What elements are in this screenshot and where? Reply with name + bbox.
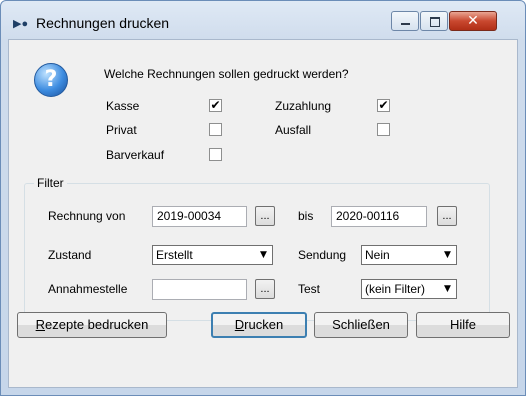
app-icon: ▶●	[13, 18, 29, 30]
rechnung-von-label: Rechnung von	[48, 209, 126, 223]
drucken-mnemonic: D	[234, 317, 245, 332]
drucken-label-rest: rucken	[244, 317, 284, 332]
sendung-value: Nein	[365, 248, 390, 262]
annahmestelle-label: Annahmestelle	[48, 282, 128, 296]
zuzahlung-label: Zuzahlung	[275, 99, 332, 113]
test-value: (kein Filter)	[365, 282, 426, 296]
test-label: Test	[298, 282, 321, 296]
barverkauf-label: Barverkauf	[106, 148, 165, 162]
schliessen-button[interactable]: Schließen	[314, 312, 408, 338]
kasse-label: Kasse	[106, 99, 140, 113]
rechnung-von-browse-button[interactable]: ...	[255, 206, 275, 226]
filter-group-label: Filter	[34, 176, 67, 190]
privat-checkbox[interactable]	[209, 123, 222, 136]
hilfe-button[interactable]: Hilfe	[416, 312, 510, 338]
ausfall-checkbox[interactable]	[377, 123, 390, 136]
zustand-value: Erstellt	[156, 248, 193, 262]
zustand-select[interactable]: Erstellt ▼	[152, 245, 273, 265]
rezepte-mnemonic: R	[35, 317, 46, 332]
maximize-icon	[430, 17, 440, 27]
bis-browse-button[interactable]: ...	[437, 206, 457, 226]
rezepte-bedrucken-button[interactable]: Rezepte bedrucken	[17, 312, 167, 338]
bis-input[interactable]: 2020-00116	[331, 206, 427, 227]
close-icon: ✕	[467, 13, 479, 29]
bis-label: bis	[298, 209, 314, 223]
minimize-button[interactable]	[391, 11, 419, 31]
rezepte-label-rest: ezepte bedrucken	[45, 317, 149, 332]
zustand-label: Zustand	[48, 248, 92, 262]
close-window-button[interactable]: ✕	[449, 11, 497, 31]
annahmestelle-input[interactable]	[152, 279, 247, 300]
minimize-icon	[401, 23, 410, 25]
title-bar[interactable]: ▶● Rechnungen drucken ✕	[1, 1, 525, 41]
sendung-label: Sendung	[298, 248, 347, 262]
test-select[interactable]: (kein Filter) ▼	[361, 279, 457, 299]
drucken-button[interactable]: Drucken	[211, 312, 307, 338]
privat-label: Privat	[106, 123, 137, 137]
annahmestelle-browse-button[interactable]: ...	[255, 279, 275, 299]
rechnung-von-input[interactable]: 2019-00034	[152, 206, 247, 227]
help-question-icon: ?	[34, 63, 68, 97]
window-title: Rechnungen drucken	[36, 15, 170, 31]
question-text: Welche Rechnungen sollen gedruckt werden…	[104, 67, 349, 81]
chevron-down-icon: ▼	[260, 250, 267, 260]
chevron-down-icon: ▼	[444, 284, 451, 294]
dialog-window: ▶● Rechnungen drucken ✕ ? Welche Rechnun…	[0, 0, 526, 396]
zuzahlung-checkbox[interactable]: ✔	[377, 99, 390, 112]
sendung-select[interactable]: Nein ▼	[361, 245, 457, 265]
chevron-down-icon: ▼	[444, 250, 451, 260]
barverkauf-checkbox[interactable]	[209, 148, 222, 161]
maximize-button[interactable]	[420, 11, 448, 31]
ausfall-label: Ausfall	[275, 123, 312, 137]
kasse-checkbox[interactable]: ✔	[209, 99, 222, 112]
